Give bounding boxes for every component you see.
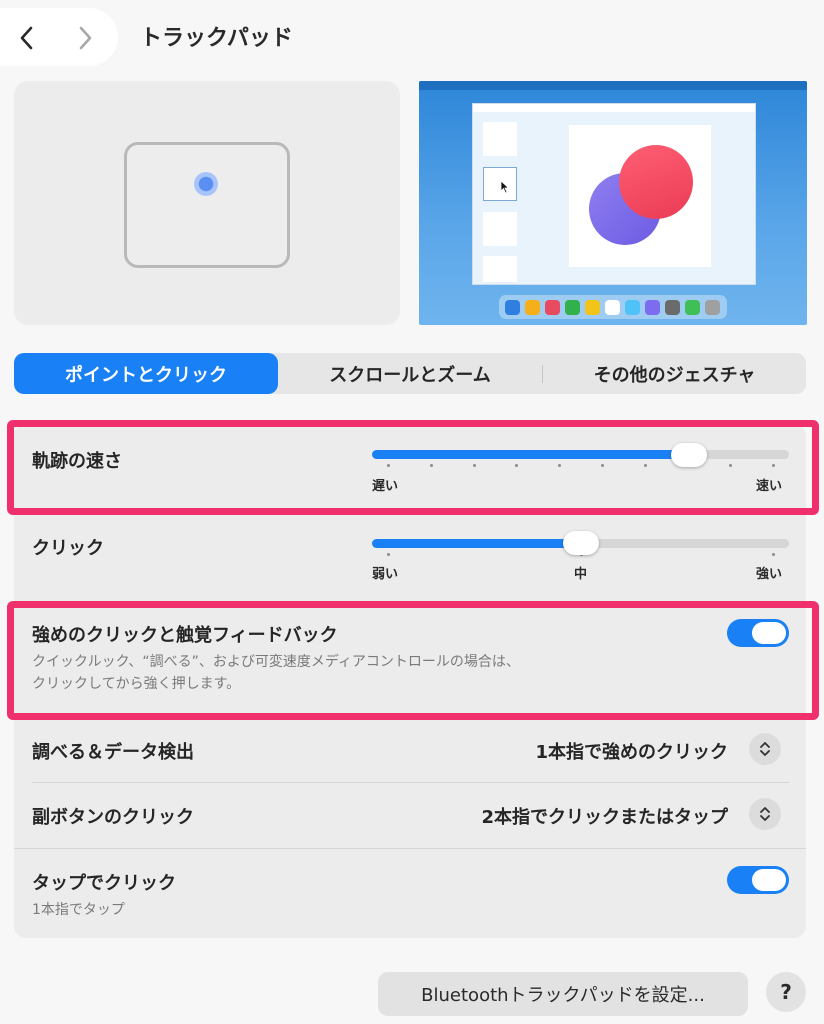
- tap-to-click-toggle[interactable]: [727, 866, 789, 894]
- dock: [499, 295, 727, 319]
- slider-tick: [387, 553, 390, 556]
- back-button[interactable]: [10, 22, 42, 54]
- secondary-click-popup-button[interactable]: [749, 798, 781, 830]
- dock-app-icon: [665, 299, 680, 315]
- dock-app-icon: [705, 299, 720, 315]
- slider-tick: [643, 464, 647, 467]
- lookup-popup-value[interactable]: 1本指で強めのクリック: [535, 738, 728, 764]
- dock-app-icon: [545, 299, 560, 315]
- force-click-description-line1: クイックルック、“調べる”、および可変速度メディアコントロールの場合は、: [32, 654, 520, 670]
- secondary-click-label: 副ボタンのクリック: [32, 807, 194, 828]
- slide-thumbnail: [483, 212, 517, 246]
- tab-scroll-and-zoom[interactable]: スクロールとズーム: [278, 353, 542, 394]
- slider-tick: [472, 464, 476, 467]
- force-click-label: 強めのクリックと触覚フィードバック: [32, 625, 338, 646]
- click-pressure-label: クリック: [32, 538, 104, 559]
- tracking-speed-label: 軌跡の速さ: [32, 451, 122, 472]
- dock-app-icon: [565, 299, 580, 315]
- dock-app-icon: [525, 299, 540, 315]
- gesture-preview-video: [419, 81, 807, 325]
- chevron-left-icon: [20, 26, 33, 50]
- dock-app-icon: [605, 299, 620, 315]
- dock-app-icon: [685, 299, 700, 315]
- trackpad-illustration: [124, 142, 290, 268]
- slide-thumbnail: [483, 256, 517, 282]
- tap-to-click-label: タップでクリック: [32, 873, 176, 894]
- red-circle-shape: [619, 145, 693, 219]
- forward-button[interactable]: [70, 22, 102, 54]
- click-medium-label: 中: [574, 567, 588, 582]
- set-up-bluetooth-trackpad-button[interactable]: Bluetoothトラックパッドを設定...: [378, 972, 748, 1016]
- page-title: トラックパッド: [140, 26, 293, 51]
- click-pressure-knob[interactable]: [562, 531, 599, 555]
- window-titlebar: [473, 104, 755, 112]
- toggle-knob: [752, 869, 786, 891]
- slider-tick: [429, 464, 433, 467]
- slide-thumbnail: [483, 122, 517, 156]
- secondary-click-popup-value[interactable]: 2本指でクリックまたはタップ: [481, 803, 728, 829]
- lookup-popup-button[interactable]: [749, 733, 781, 765]
- slider-tick: [601, 464, 604, 467]
- tracking-speed-knob[interactable]: [670, 443, 707, 467]
- row-divider: [14, 848, 806, 849]
- force-click-toggle[interactable]: [727, 619, 789, 647]
- menu-bar: [419, 81, 807, 90]
- tracking-speed-min-label: 遅い: [372, 479, 399, 494]
- slide-canvas: [569, 125, 711, 267]
- app-window-illustration: [472, 103, 756, 285]
- tracking-speed-max-label: 速い: [756, 479, 783, 494]
- cursor-icon: [500, 180, 510, 194]
- chevron-up-down-icon: [760, 742, 770, 756]
- slider-tick: [772, 553, 775, 556]
- slide-thumbnail-selected: [483, 167, 517, 201]
- click-light-label: 弱い: [372, 567, 399, 582]
- slider-tick: [387, 464, 390, 467]
- help-button[interactable]: ?: [766, 972, 806, 1012]
- chevron-right-icon: [79, 26, 92, 50]
- touch-point-icon: [194, 172, 218, 196]
- toggle-knob: [752, 622, 786, 644]
- tracking-speed-slider[interactable]: [372, 450, 789, 459]
- lookup-label: 調べる＆データ検出: [32, 742, 194, 763]
- tab-more-gestures[interactable]: その他のジェスチャ: [543, 353, 806, 394]
- slider-fill: [372, 450, 689, 459]
- force-click-description-line2: クリックしてから強く押します。: [32, 676, 241, 692]
- dock-app-icon: [645, 299, 660, 315]
- row-divider: [32, 782, 789, 783]
- tap-to-click-description: 1本指でタップ: [32, 902, 125, 918]
- tab-point-and-click[interactable]: ポイントとクリック: [14, 353, 278, 394]
- chevron-up-down-icon: [760, 807, 770, 821]
- slider-fill: [372, 539, 581, 548]
- dock-app-icon: [625, 299, 640, 315]
- dock-app-icon: [585, 299, 600, 315]
- dock-app-icon: [505, 299, 520, 315]
- tab-bar: ポイントとクリック スクロールとズーム その他のジェスチャ: [14, 353, 806, 394]
- click-firm-label: 強い: [756, 567, 783, 582]
